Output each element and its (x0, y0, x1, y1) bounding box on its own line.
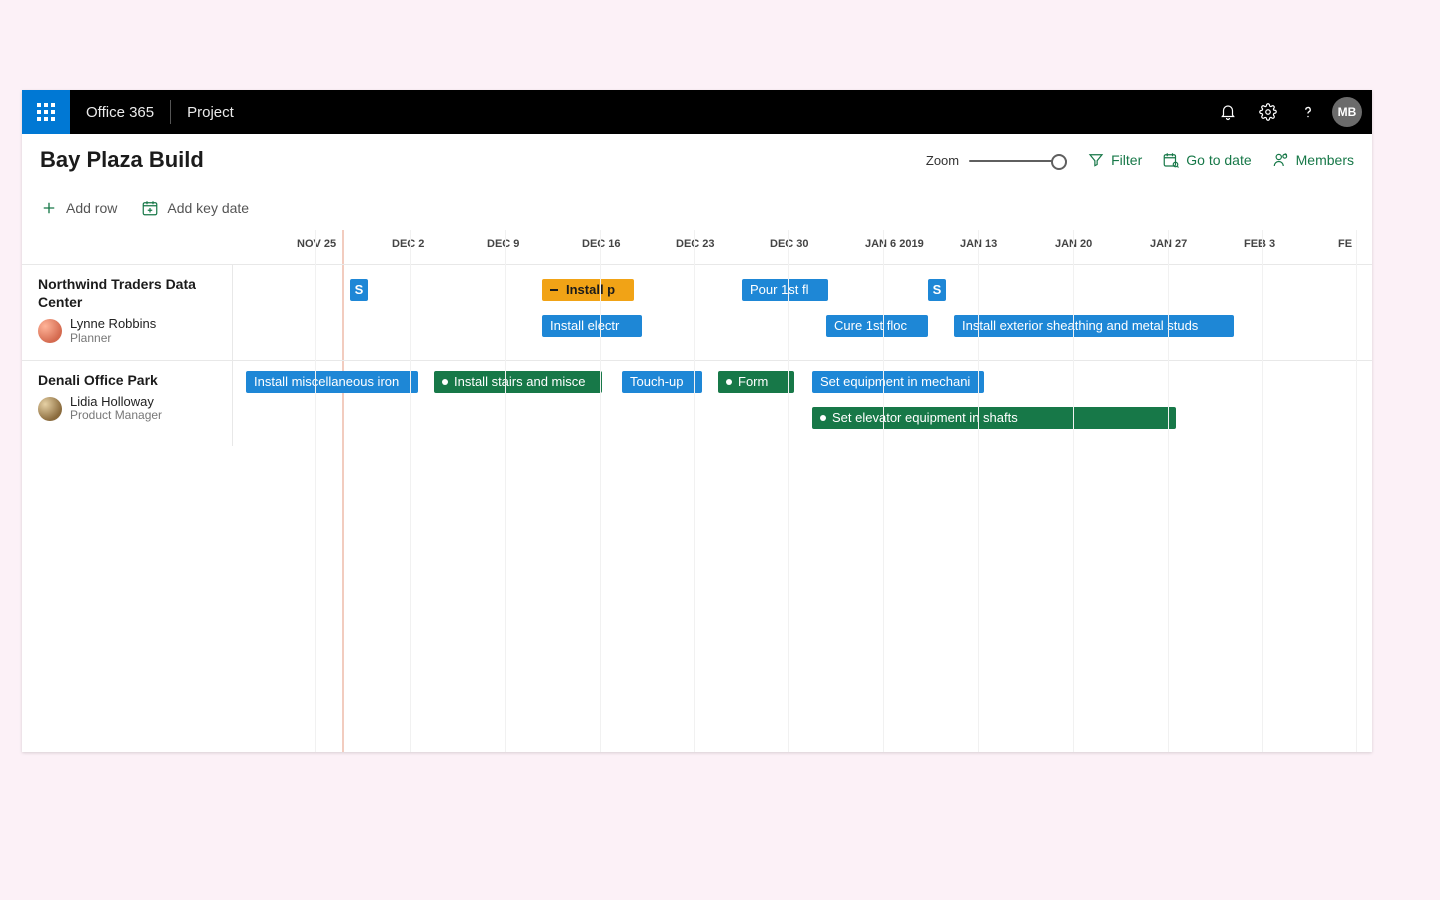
zoom-label: Zoom (926, 153, 959, 168)
avatar (38, 397, 62, 421)
timeline: Site inspec… NOV 25DEC 2DEC 9DEC 16DEC 2… (22, 230, 1372, 752)
zoom-slider[interactable] (969, 153, 1067, 167)
members-icon (1272, 151, 1290, 169)
task-label: S (355, 279, 364, 301)
notifications-button[interactable] (1208, 90, 1248, 134)
bullet-icon (726, 379, 732, 385)
owner-role: Planner (70, 332, 156, 345)
timescale-tick: DEC 30 (770, 238, 809, 250)
task-label: Touch-up (630, 371, 683, 393)
filter-label: Filter (1111, 152, 1142, 168)
task-bar[interactable]: Pour 1st fl (742, 279, 828, 301)
settings-button[interactable] (1248, 90, 1288, 134)
task-label: Set equipment in mechani (820, 371, 970, 393)
timescale-tick: FE (1338, 238, 1352, 250)
timescale-tick: JAN 13 (960, 238, 997, 250)
task-label: Form (738, 371, 768, 393)
task-bar[interactable]: Install electr (542, 315, 642, 337)
waffle-icon (37, 103, 55, 121)
bullet-icon (820, 415, 826, 421)
add-row-button[interactable]: Add row (40, 199, 117, 217)
timescale-tick: FEB 3 (1244, 238, 1275, 250)
app-window: Office 365 Project MB Bay Plaza Build Zo (22, 90, 1372, 752)
filter-icon (1087, 151, 1105, 169)
secondary-command-bar: Add row Add key date (22, 186, 1372, 230)
task-bar[interactable]: Install miscellaneous iron (246, 371, 418, 393)
collapse-icon (550, 289, 558, 291)
task-label: Install stairs and misce (454, 371, 586, 393)
suite-link[interactable]: Office 365 (70, 90, 170, 134)
timeline-row: Denali Office Park Lidia HollowayProduct … (22, 360, 1372, 446)
task-bar[interactable]: Install p (542, 279, 634, 301)
filter-button[interactable]: Filter (1087, 151, 1142, 169)
timeline-rows: Northwind Traders Data Center Lynne Robbi… (22, 264, 1372, 752)
add-key-date-label: Add key date (167, 200, 249, 216)
timescale-tick: JAN 20 (1055, 238, 1092, 250)
owner-name: Lynne Robbins (70, 317, 156, 331)
app-launcher[interactable] (22, 90, 70, 134)
timescale-tick: NOV 25 (297, 238, 336, 250)
owner-name: Lidia Holloway (70, 395, 162, 409)
task-bar[interactable]: S (350, 279, 368, 301)
task-label: Cure 1st floc (834, 315, 907, 337)
task-bar[interactable]: S (928, 279, 946, 301)
row-header[interactable]: Denali Office Park Lidia HollowayProduct … (22, 361, 232, 446)
add-key-date-button[interactable]: Add key date (141, 199, 249, 217)
task-bar[interactable]: Cure 1st floc (826, 315, 928, 337)
global-nav: Office 365 Project MB (22, 90, 1372, 134)
members-label: Members (1296, 152, 1354, 168)
task-label: Set elevator equipment in shafts (832, 407, 1018, 429)
row-title: Northwind Traders Data Center (38, 275, 218, 311)
command-bar: Bay Plaza Build Zoom Filter Go to date (22, 134, 1372, 186)
row-title: Denali Office Park (38, 371, 218, 389)
help-button[interactable] (1288, 90, 1328, 134)
calendar-plus-icon (141, 199, 159, 217)
timescale-header: NOV 25 DEC 2 DEC 9 DEC 16 DEC 23 DEC 30 JAN 6 … (22, 230, 1372, 264)
question-icon (1299, 103, 1317, 121)
gear-icon (1259, 103, 1277, 121)
task-label: S (933, 279, 942, 301)
project-title: Bay Plaza Build (40, 147, 204, 173)
task-label: Install electr (550, 315, 619, 337)
task-bar[interactable]: Install stairs and misce (434, 371, 602, 393)
timeline-row: Northwind Traders Data Center Lynne Robbi… (22, 264, 1372, 360)
row-owner[interactable]: Lynne RobbinsPlanner (38, 317, 218, 344)
task-bar[interactable]: Set equipment in mechani (812, 371, 984, 393)
owner-role: Product Manager (70, 409, 162, 422)
user-avatar[interactable]: MB (1332, 97, 1362, 127)
task-bar[interactable]: Form (718, 371, 794, 393)
task-label: Install p (566, 279, 615, 301)
timescale-tick: DEC 23 (676, 238, 715, 250)
app-link[interactable]: Project (171, 90, 250, 134)
plus-icon (40, 199, 58, 217)
bell-icon (1219, 103, 1237, 121)
row-header[interactable]: Northwind Traders Data Center Lynne Robbi… (22, 265, 232, 360)
task-bar[interactable]: Set elevator equipment in shafts (812, 407, 1176, 429)
bullet-icon (442, 379, 448, 385)
task-bar[interactable]: Touch-up (622, 371, 702, 393)
task-label: Pour 1st fl (750, 279, 809, 301)
timescale-tick: JAN 6 2019 (865, 238, 924, 250)
avatar (38, 319, 62, 343)
calendar-search-icon (1162, 151, 1180, 169)
timescale-tick: DEC 9 (487, 238, 519, 250)
timescale-tick: JAN 27 (1150, 238, 1187, 250)
add-row-label: Add row (66, 200, 117, 216)
go-to-date-label: Go to date (1186, 152, 1251, 168)
timescale-tick: DEC 16 (582, 238, 621, 250)
row-owner[interactable]: Lidia HollowayProduct Manager (38, 395, 218, 422)
members-button[interactable]: Members (1272, 151, 1354, 169)
task-label: Install exterior sheathing and metal stu… (962, 315, 1198, 337)
task-bar[interactable]: Install exterior sheathing and metal stu… (954, 315, 1234, 337)
go-to-date-button[interactable]: Go to date (1162, 151, 1251, 169)
timescale-tick: DEC 2 (392, 238, 424, 250)
task-label: Install miscellaneous iron (254, 371, 399, 393)
